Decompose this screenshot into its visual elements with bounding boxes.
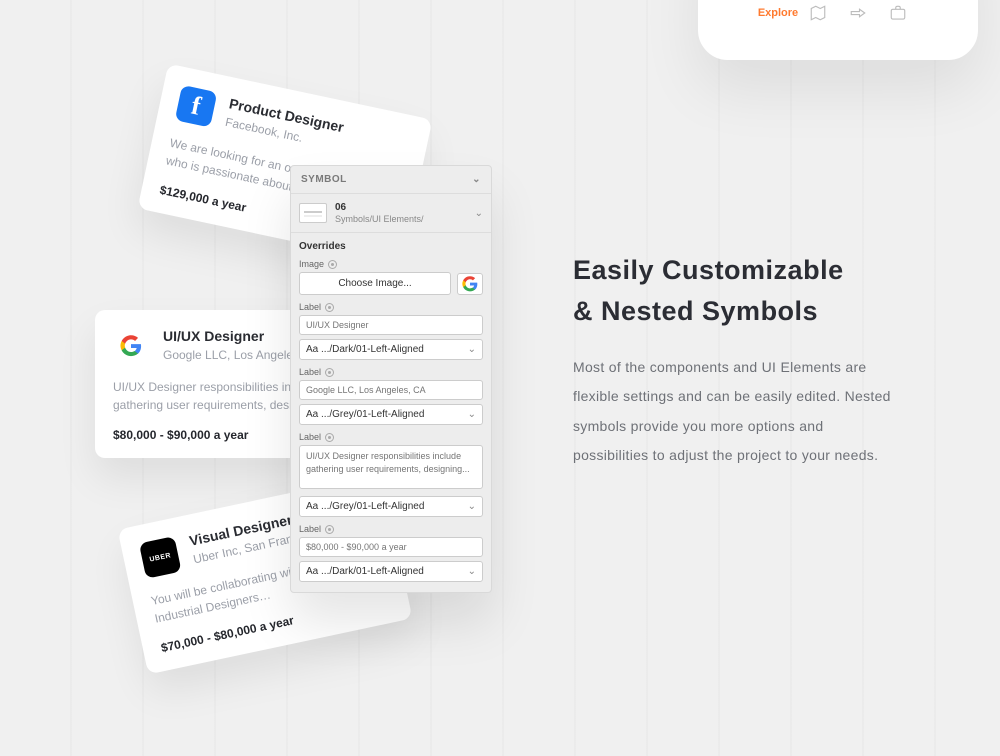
label-label: Label [299,432,321,442]
panel-header-label: SYMBOL [301,174,347,185]
plane-icon[interactable] [838,4,878,22]
visibility-icon[interactable] [325,368,334,377]
phone-navbar: Explore [758,4,918,22]
symbol-name: 06 [335,202,467,214]
label-label: Label [299,524,321,534]
label-label: Label [299,367,321,377]
visibility-icon[interactable] [325,303,334,312]
chevron-down-icon: ⌄ [468,344,476,355]
symbol-selector[interactable]: 06 Symbols/UI Elements/ ⌄ [291,194,491,233]
panel-header[interactable]: SYMBOL ⌄ [291,166,491,194]
visibility-icon[interactable] [325,433,334,442]
visibility-icon[interactable] [325,525,334,534]
feature-heading: Easily Customizable & Nested Symbols [573,250,893,331]
style-select[interactable]: Aa .../Dark/01-Left-Aligned⌄ [299,339,483,360]
style-select[interactable]: Aa .../Grey/01-Left-Aligned⌄ [299,404,483,425]
job-company: Google LLC, Los Angeles [163,348,299,362]
override-textarea-desc[interactable] [299,445,483,489]
style-select[interactable]: Aa .../Grey/01-Left-Aligned⌄ [299,496,483,517]
phone-mockup: Explore [698,0,978,60]
inspector-panel: SYMBOL ⌄ 06 Symbols/UI Elements/ ⌄ Overr… [290,165,492,593]
image-preview[interactable] [457,273,483,295]
symbol-path: Symbols/UI Elements/ [335,214,467,224]
feature-copy: Easily Customizable & Nested Symbols Mos… [573,250,893,471]
google-icon [113,328,149,364]
override-input-salary[interactable] [299,537,483,557]
chevron-down-icon: ⌄ [468,566,476,577]
chevron-down-icon: ⌄ [475,208,483,219]
override-input-title[interactable] [299,315,483,335]
visibility-icon[interactable] [328,260,337,269]
style-select[interactable]: Aa .../Dark/01-Left-Aligned⌄ [299,561,483,582]
overrides-title: Overrides [299,241,483,252]
uber-icon: UBER [139,536,182,579]
symbol-thumbnail [299,203,327,223]
chevron-down-icon: ⌄ [472,174,481,185]
briefcase-icon[interactable] [878,4,918,22]
facebook-icon: f [175,85,218,128]
override-input-company[interactable] [299,380,483,400]
chevron-down-icon: ⌄ [468,501,476,512]
map-icon[interactable] [798,4,838,22]
feature-body: Most of the components and UI Elements a… [573,353,893,471]
image-label: Image [299,259,324,269]
chevron-down-icon: ⌄ [468,409,476,420]
choose-image-button[interactable]: Choose Image... [299,272,451,295]
nav-item-explore[interactable]: Explore [758,7,798,19]
job-title: UI/UX Designer [163,328,299,344]
label-label: Label [299,302,321,312]
